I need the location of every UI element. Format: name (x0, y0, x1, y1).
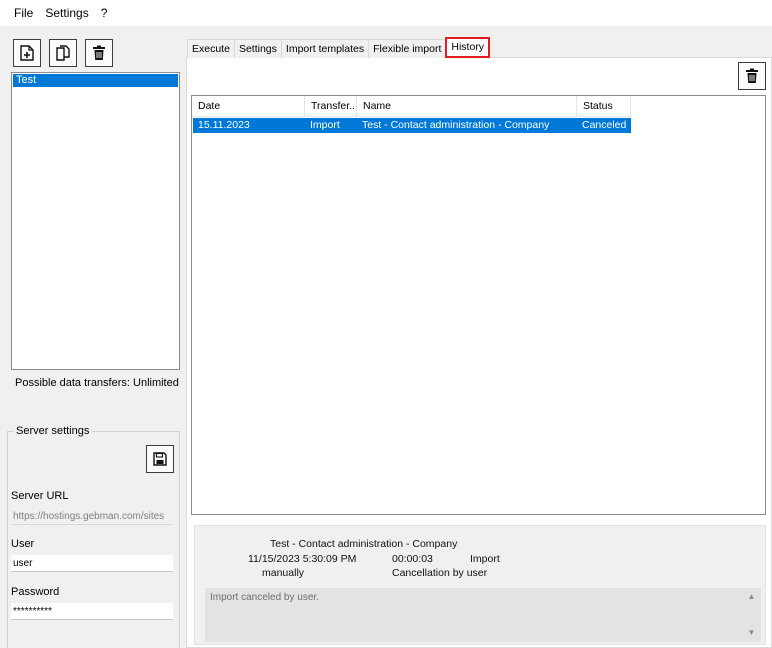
column-name[interactable]: Name (357, 96, 577, 117)
detail-timestamp: 11/15/2023 5:30:09 PM (248, 553, 357, 565)
menu-settings[interactable]: Settings (39, 0, 94, 26)
menu-bar: File Settings ? (0, 0, 772, 26)
detail-trigger: manually (262, 567, 305, 579)
new-document-icon (20, 45, 34, 61)
tab-settings[interactable]: Settings (233, 39, 282, 58)
floppy-disk-icon (153, 452, 167, 466)
password-label: Password (11, 586, 60, 598)
menu-file[interactable]: File (8, 0, 39, 26)
detail-type: Import (470, 553, 500, 565)
log-text: Import canceled by user. (210, 592, 319, 603)
trash-icon (93, 45, 105, 60)
trash-icon (746, 68, 758, 83)
table-row[interactable]: 15.11.2023 Import Test - Contact adminis… (193, 118, 631, 133)
history-list[interactable]: Date Transfer... Name Status 15.11.2023 … (191, 95, 766, 515)
column-date[interactable]: Date (192, 96, 305, 117)
server-settings-legend: Server settings (13, 425, 93, 437)
delete-profile-button[interactable] (85, 39, 113, 67)
save-server-settings-button[interactable] (146, 445, 174, 473)
column-transfer[interactable]: Transfer... (305, 96, 357, 117)
log-textbox[interactable]: Import canceled by user. ▲ ▼ (205, 588, 761, 642)
password-field[interactable] (11, 603, 173, 620)
possible-transfers-label: Possible data transfers: Unlimited (15, 377, 179, 389)
delete-history-button[interactable] (738, 62, 766, 90)
tab-history[interactable]: History (445, 37, 491, 58)
cell-status: Canceled (582, 119, 627, 131)
scroll-up-icon[interactable]: ▲ (748, 593, 756, 601)
copy-profile-button[interactable] (49, 39, 77, 67)
menu-help[interactable]: ? (95, 0, 114, 26)
detail-reason: Cancellation by user (392, 567, 488, 579)
cell-name: Test - Contact administration - Company (362, 119, 550, 131)
user-label: User (11, 538, 35, 550)
detail-name: Test - Contact administration - Company (270, 538, 458, 550)
new-profile-button[interactable] (13, 39, 41, 67)
column-status[interactable]: Status (577, 96, 631, 117)
tab-execute[interactable]: Execute (187, 39, 235, 58)
cell-date: 15.11.2023 (198, 119, 250, 131)
history-detail-panel: Test - Contact administration - Company … (194, 525, 766, 645)
log-scrollbar[interactable]: ▲ ▼ (743, 589, 760, 641)
user-field[interactable] (11, 555, 173, 572)
history-list-header: Date Transfer... Name Status (192, 96, 631, 117)
profile-item-test[interactable]: Test (13, 74, 178, 87)
cell-transfer: Import (310, 119, 340, 131)
server-url-label: Server URL (11, 490, 69, 502)
tab-strip: Execute Settings Import templates Flexib… (187, 37, 491, 58)
scroll-down-icon[interactable]: ▼ (748, 629, 756, 637)
tab-import-templates[interactable]: Import templates (280, 39, 370, 58)
detail-duration: 00:00:03 (392, 553, 433, 565)
profile-list[interactable]: Test (11, 72, 180, 370)
copy-document-icon (56, 45, 70, 61)
server-url-field[interactable] (11, 508, 173, 525)
tab-flexible-import[interactable]: Flexible import (368, 39, 447, 58)
